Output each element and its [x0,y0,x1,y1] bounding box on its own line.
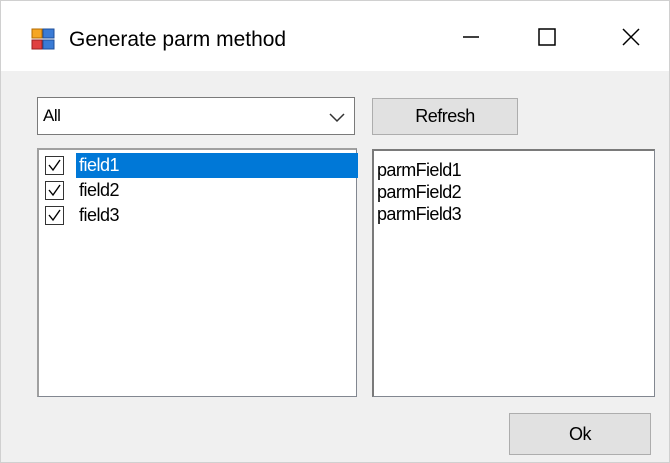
minimize-button[interactable] [449,19,493,59]
list-item-field1[interactable]: field1 [43,153,358,178]
output-line: parmField3 [377,204,462,224]
refresh-button[interactable]: Refresh [372,98,518,135]
dialog-window: Generate parm method All Refresh field1 … [0,0,670,463]
list-item-label: field3 [79,205,120,225]
list-item-field2[interactable]: field2 [43,178,355,203]
close-icon [621,27,641,52]
maximize-button[interactable] [525,19,569,59]
app-form-icon [31,27,55,51]
close-button[interactable] [609,19,653,59]
checkmark-icon [48,209,61,222]
chevron-down-icon[interactable] [328,108,346,126]
checkmark-icon [48,184,61,197]
field3-checkbox[interactable] [45,206,64,225]
field-checklist[interactable]: field1 field2 field3 [37,148,358,397]
checkmark-icon [48,159,61,172]
list-item-label: field2 [79,180,120,200]
output-textbox[interactable]: parmField1 parmField2 parmField3 [372,149,655,397]
output-line: parmField2 [377,182,462,202]
maximize-icon [537,27,557,52]
output-line: parmField1 [377,160,462,180]
title-bar[interactable]: Generate parm method [1,1,669,71]
list-item-field3[interactable]: field3 [43,203,355,228]
list-item-label: field1 [76,153,358,178]
field2-checkbox[interactable] [45,181,64,200]
minimize-icon [461,27,481,52]
field1-checkbox[interactable] [45,156,64,175]
filter-dropdown[interactable]: All [37,97,355,135]
filter-selected-value: All [43,106,61,125]
ok-button[interactable]: Ok [509,413,651,455]
window-title: Generate parm method [69,28,287,51]
